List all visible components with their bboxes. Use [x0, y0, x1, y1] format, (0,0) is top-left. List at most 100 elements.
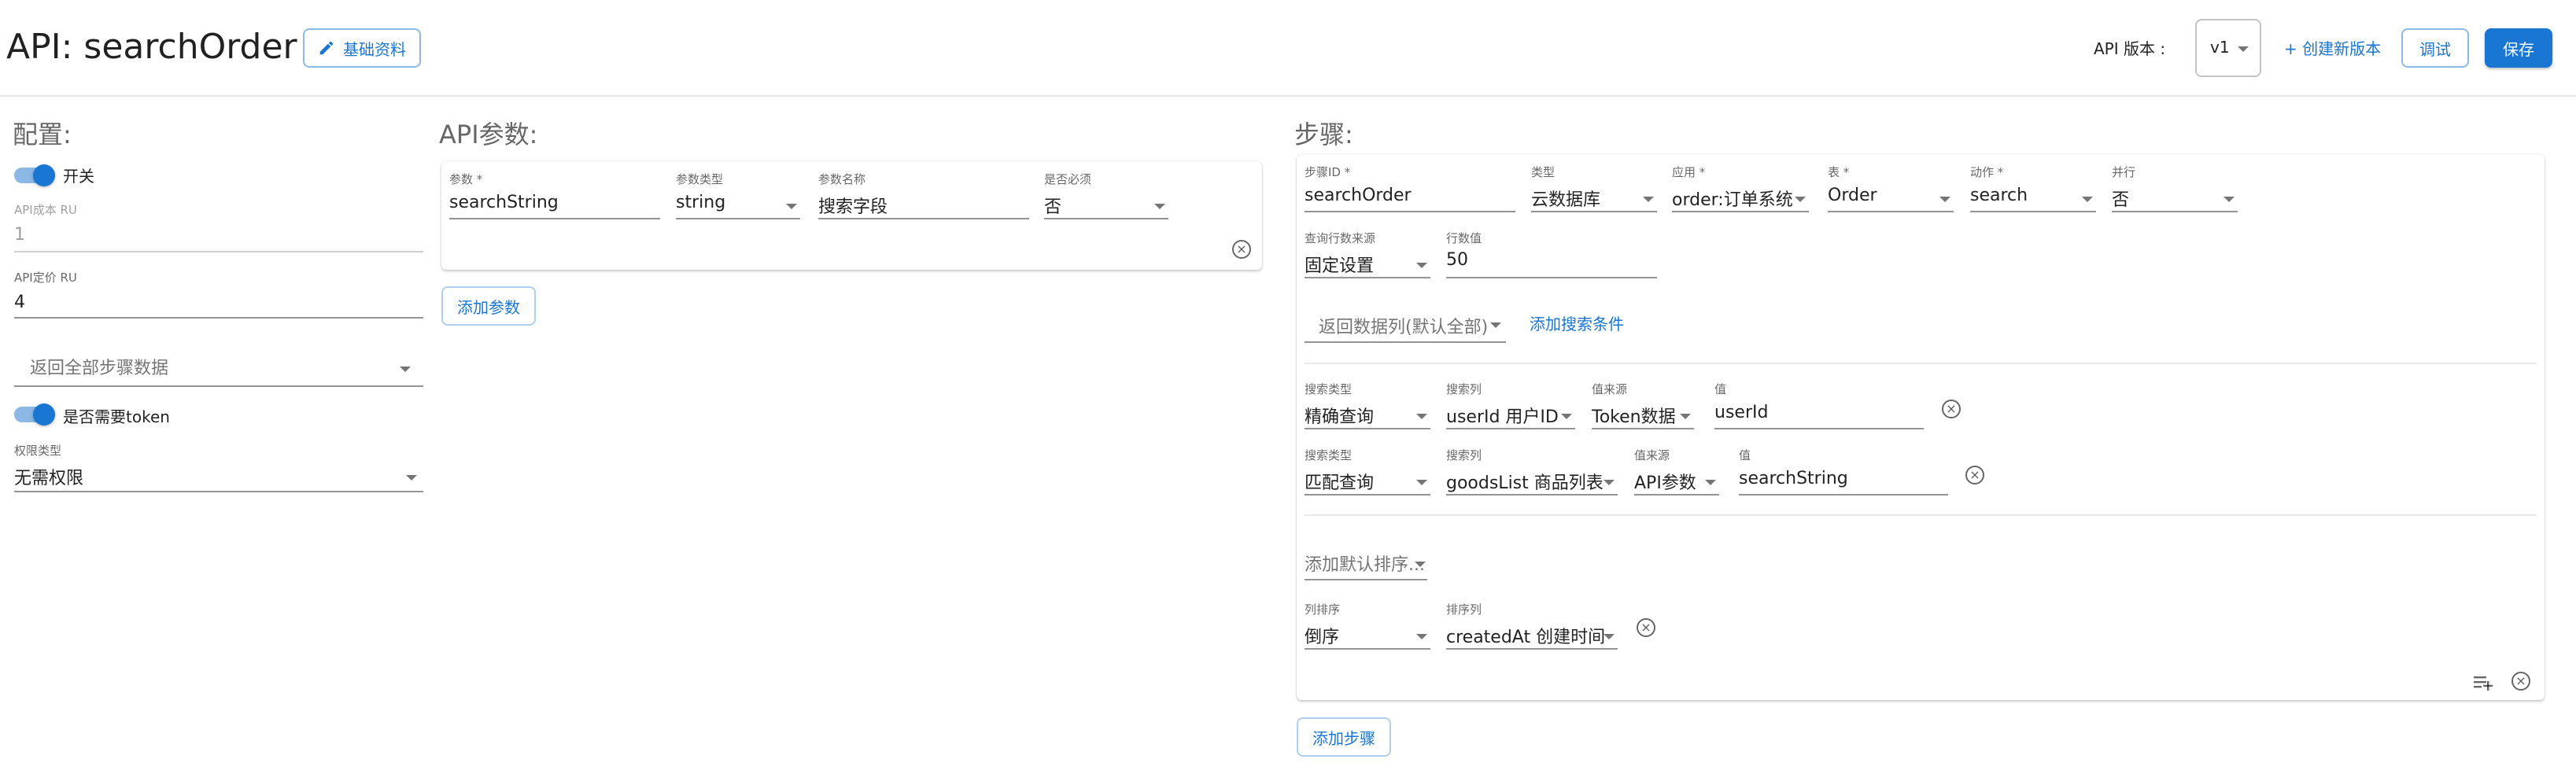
enable-label: 开关: [63, 167, 94, 186]
chevron-down-icon: [2082, 197, 2093, 202]
cond1-value-source-label: 值来源: [1592, 382, 1628, 396]
debug-button[interactable]: 调试: [2401, 28, 2469, 68]
divider: [1305, 363, 2537, 364]
sort-column-select[interactable]: createdAt 创建时间: [1446, 621, 1618, 650]
cost-input[interactable]: 1: [14, 225, 25, 245]
step-action-select[interactable]: search: [1970, 184, 2096, 212]
return-steps-select[interactable]: 返回全部步骤数据: [14, 346, 423, 387]
step-id-label: 步骤ID *: [1305, 165, 1351, 179]
cond2-value-source-select[interactable]: API参数: [1634, 467, 1719, 496]
cond2-search-type-select[interactable]: 匹配查询: [1305, 467, 1430, 496]
create-version-button[interactable]: + 创建新版本: [2284, 36, 2381, 59]
step-action-value: search: [1970, 186, 2028, 205]
header-divider: [0, 95, 2576, 97]
step-app-select[interactable]: order:订单系统: [1672, 184, 1809, 212]
cond1-search-column-value: userId 用户ID: [1446, 407, 1559, 427]
chevron-down-icon: [2224, 197, 2235, 202]
permission-select[interactable]: 无需权限: [14, 462, 423, 494]
chevron-down-icon: [1416, 414, 1427, 419]
divider: [1305, 514, 2537, 516]
save-button[interactable]: 保存: [2485, 28, 2552, 68]
chevron-down-icon: [2238, 46, 2249, 52]
cond2-value-input[interactable]: searchString: [1739, 469, 1848, 488]
cond1-value-input[interactable]: userId: [1714, 403, 1768, 422]
chevron-down-icon: [1490, 322, 1501, 328]
token-switch[interactable]: [14, 403, 58, 426]
cond1-search-type-select[interactable]: 精确查询: [1305, 401, 1430, 429]
step-table-label: 表 *: [1828, 165, 1850, 179]
sort-order-value: 倒序: [1305, 628, 1340, 647]
cond1-search-type-label: 搜索类型: [1305, 382, 1353, 396]
sort-column-value: createdAt 创建时间: [1446, 628, 1606, 647]
chevron-down-icon: [1705, 480, 1716, 485]
price-underline: [14, 317, 423, 319]
api-version-label: API 版本 :: [2094, 39, 2166, 58]
basic-info-button[interactable]: 基础资料: [303, 28, 421, 68]
step-id-input[interactable]: searchOrder: [1305, 186, 1412, 205]
cond2-value-source-label: 值来源: [1634, 448, 1670, 462]
return-columns-select[interactable]: 返回数据列(默认全部): [1305, 307, 1506, 344]
param-required-select[interactable]: 否: [1044, 191, 1168, 219]
playlist-add-icon[interactable]: [2472, 672, 2496, 694]
cond2-search-type-value: 匹配查询: [1305, 473, 1375, 493]
token-label: 是否需要token: [63, 407, 170, 426]
param-display-label: 参数名称: [818, 172, 866, 186]
permission-label: 权限类型: [14, 444, 62, 458]
param-type-select[interactable]: string: [676, 191, 800, 219]
chevron-down-icon: [1643, 197, 1654, 202]
return-steps-placeholder: 返回全部步骤数据: [30, 359, 169, 378]
cost-label: API成本 RU: [14, 203, 77, 217]
cond1-value-source-value: Token数据: [1592, 407, 1676, 427]
remove-condition-icon[interactable]: ×: [1965, 466, 1984, 484]
enable-switch[interactable]: [14, 164, 58, 187]
rows-source-select[interactable]: 固定设置: [1305, 250, 1430, 278]
pencil-icon: [319, 41, 334, 55]
sort-column-label: 排序列: [1446, 602, 1482, 617]
sort-order-select[interactable]: 倒序: [1305, 621, 1430, 650]
cond2-value-label: 值: [1739, 448, 1751, 462]
chevron-down-icon: [1416, 634, 1427, 639]
chevron-down-icon: [1939, 197, 1950, 202]
add-sort-select[interactable]: 添加默认排序...: [1305, 546, 1427, 580]
chevron-down-icon: [1415, 562, 1426, 567]
config-section-title: 配置:: [13, 120, 72, 149]
chevron-down-icon: [1561, 414, 1572, 419]
price-input[interactable]: 4: [14, 293, 25, 312]
step-type-select[interactable]: 云数据库: [1531, 184, 1657, 212]
version-select[interactable]: v1: [2195, 19, 2261, 77]
chevron-down-icon: [406, 475, 417, 481]
remove-condition-icon[interactable]: ×: [1942, 400, 1961, 418]
cond1-search-column-select[interactable]: userId 用户ID: [1446, 401, 1575, 429]
add-step-button[interactable]: 添加步骤: [1297, 717, 1391, 757]
chevron-down-icon: [1680, 414, 1691, 419]
chevron-down-icon: [400, 367, 411, 372]
rows-value-input[interactable]: 50: [1446, 250, 1468, 270]
cond1-search-type-value: 精确查询: [1305, 407, 1375, 427]
param-name-input[interactable]: searchString: [449, 193, 559, 212]
param-required-value: 否: [1044, 197, 1062, 217]
sort-order-label: 列排序: [1305, 602, 1341, 617]
param-name-label: 参数 *: [449, 172, 483, 186]
step-parallel-value: 否: [2112, 190, 2130, 210]
remove-step-icon[interactable]: ×: [2511, 672, 2530, 691]
remove-sort-icon[interactable]: ×: [1637, 618, 1655, 637]
cond1-value-source-select[interactable]: Token数据: [1592, 401, 1694, 429]
price-label: API定价 RU: [14, 271, 77, 285]
param-required-label: 是否必须: [1044, 172, 1092, 186]
cond2-search-type-label: 搜索类型: [1305, 448, 1353, 462]
step-table-value: Order: [1828, 186, 1877, 205]
param-display-input[interactable]: 搜索字段: [818, 193, 888, 218]
cond1-value-label: 值: [1714, 382, 1727, 396]
param-type-value: string: [676, 193, 726, 212]
add-param-button[interactable]: 添加参数: [441, 286, 536, 326]
step-parallel-select[interactable]: 否: [2112, 184, 2238, 212]
step-table-select[interactable]: Order: [1828, 184, 1954, 212]
permission-value: 无需权限: [14, 469, 84, 488]
param-type-label: 参数类型: [676, 172, 724, 186]
step-app-label: 应用 *: [1672, 165, 1706, 179]
remove-param-icon[interactable]: ×: [1232, 240, 1251, 259]
step-app-value: order:订单系统: [1672, 190, 1793, 210]
cond2-search-column-select[interactable]: goodsList 商品列表: [1446, 467, 1618, 496]
add-condition-button[interactable]: 添加搜索条件: [1530, 311, 1624, 334]
cost-underline: [14, 251, 423, 252]
